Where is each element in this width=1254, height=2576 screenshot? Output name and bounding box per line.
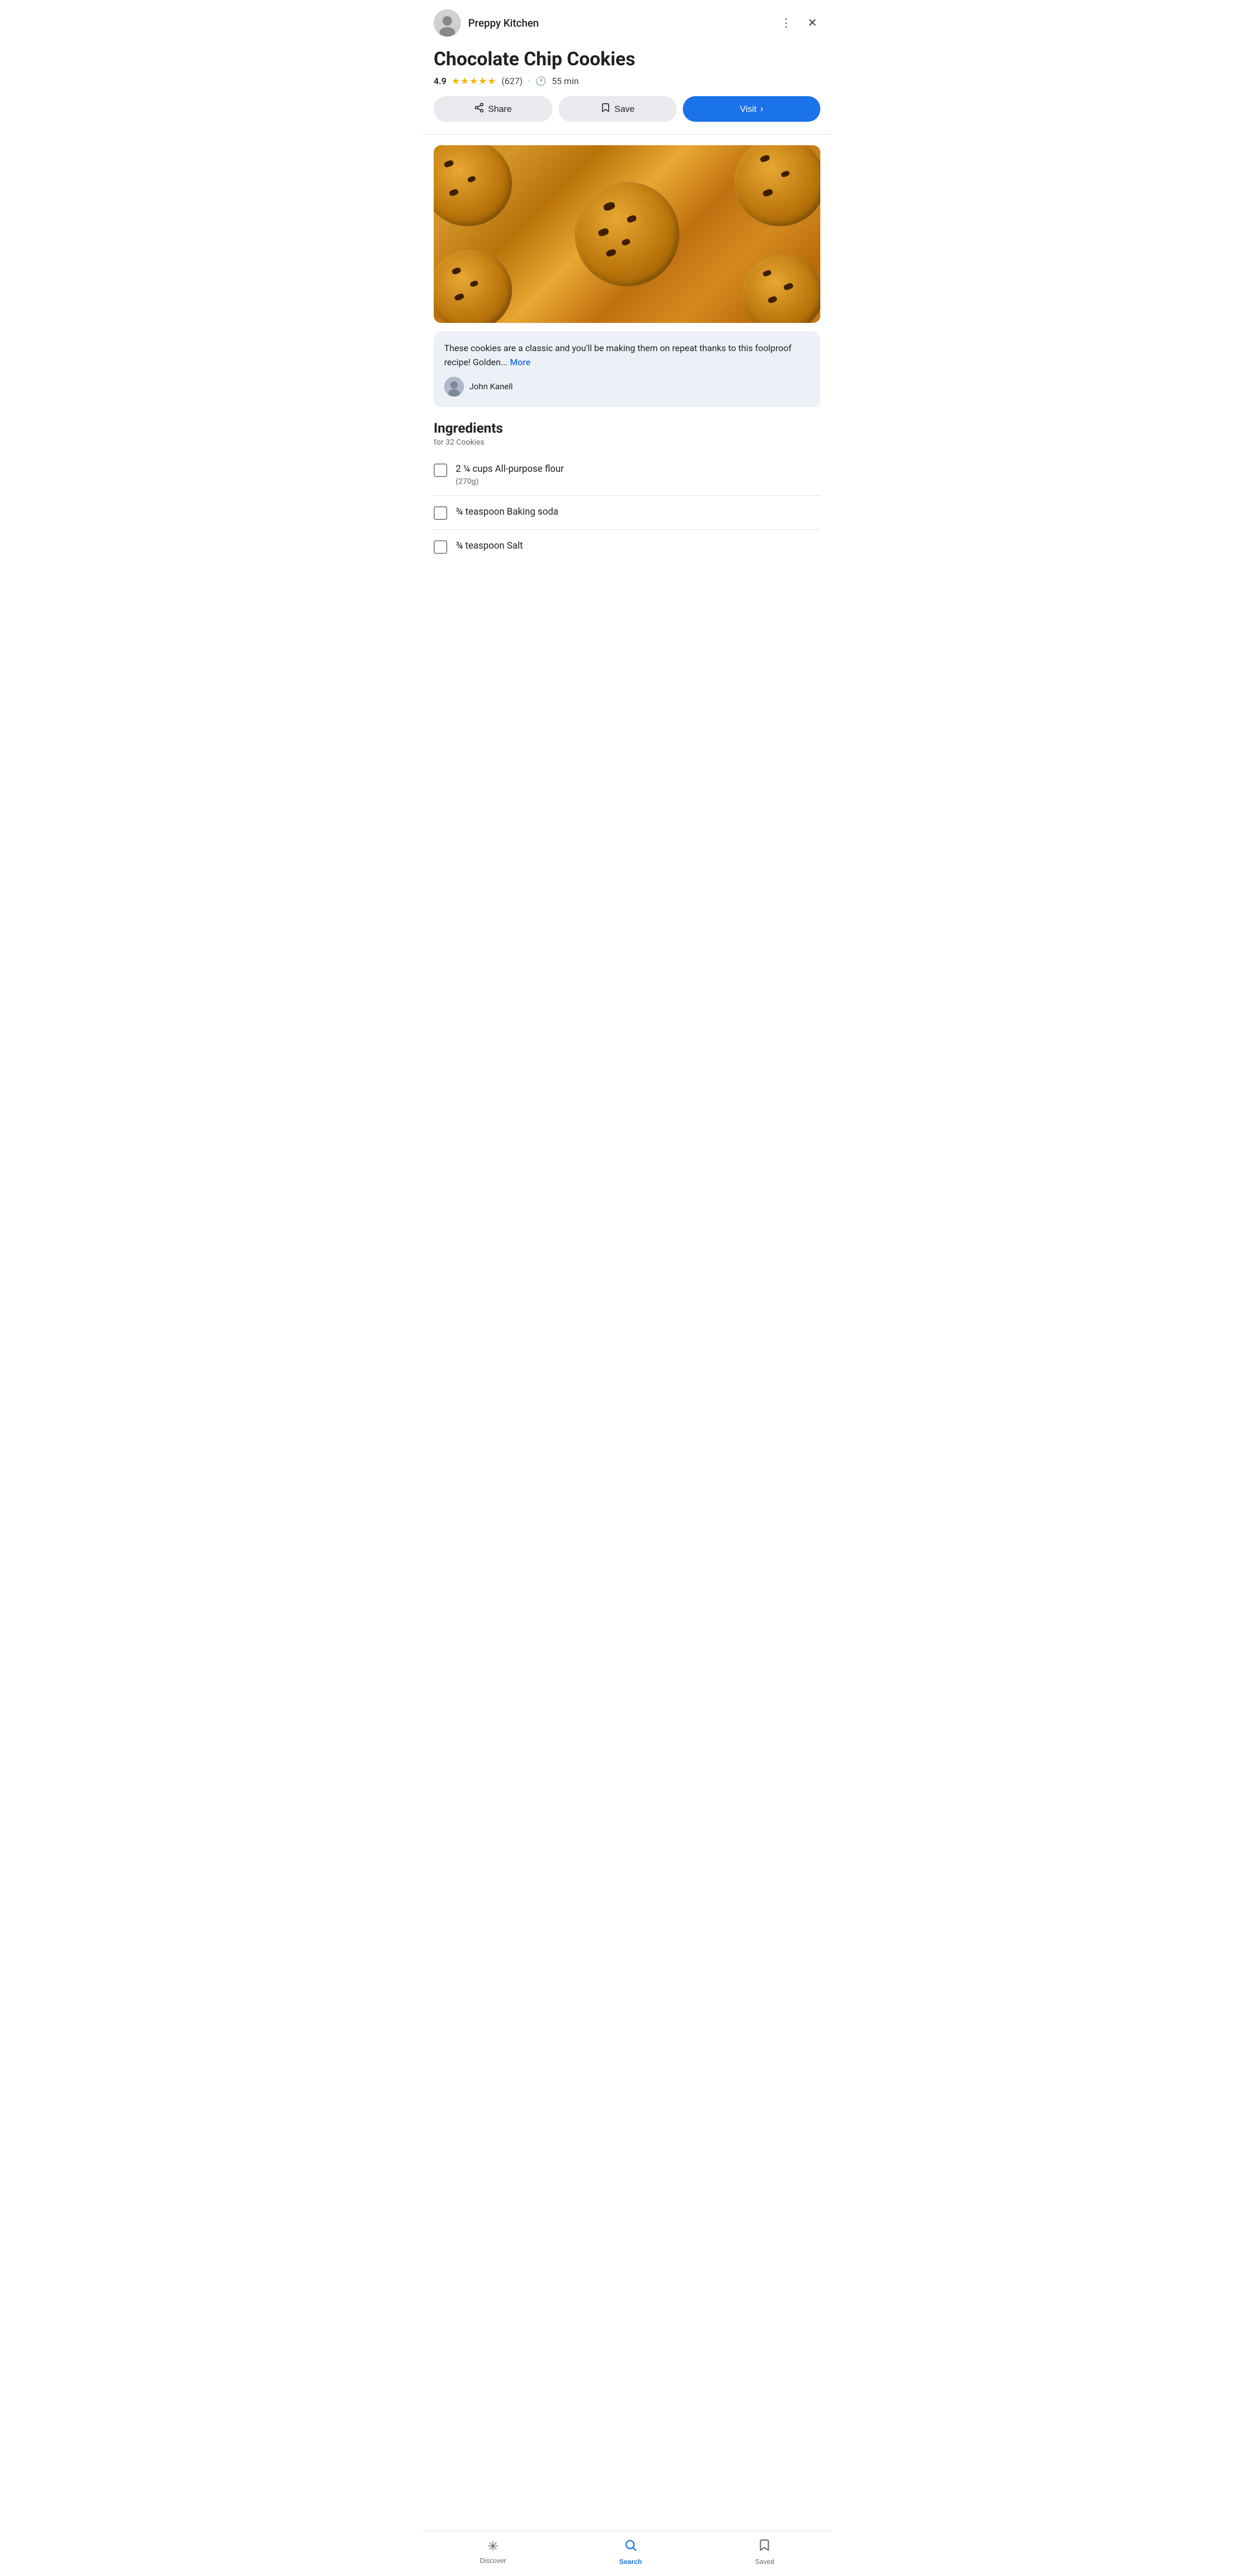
- clock-icon: 🕐: [536, 76, 547, 87]
- share-icon: [474, 102, 484, 115]
- recipe-info: Chocolate Chip Cookies 4.9 ★★★★★ (627) ·…: [423, 44, 831, 132]
- ingredient-text-1: 2 ¼ cups All-purpose flour: [456, 462, 564, 475]
- rating-score: 4.9: [434, 76, 446, 87]
- channel-avatar[interactable]: [434, 9, 461, 37]
- save-button[interactable]: Save: [559, 96, 677, 122]
- more-button[interactable]: ⋮: [777, 14, 795, 32]
- ingredient-text-2: ¾ teaspoon Baking soda: [456, 505, 559, 518]
- visit-button[interactable]: Visit ›: [683, 96, 820, 122]
- header: Preppy Kitchen ⋮ ✕: [423, 0, 831, 44]
- ingredient-text-3: ¾ teaspoon Salt: [456, 539, 523, 552]
- ingredient-checkbox-1[interactable]: [434, 463, 447, 477]
- search-label: Search: [619, 2558, 642, 2566]
- ingredient-note-1: (270g): [456, 477, 564, 486]
- description-text: These cookies are a classic and you'll b…: [444, 342, 810, 369]
- ingredients-title: Ingredients: [434, 421, 820, 436]
- ingredient-item: 2 ¼ cups All-purpose flour (270g): [434, 453, 820, 496]
- discover-icon: ✳: [487, 2538, 499, 2555]
- stars: ★★★★★: [451, 76, 496, 87]
- discover-label: Discover: [480, 2557, 506, 2565]
- close-button[interactable]: ✕: [805, 14, 820, 32]
- ingredients-subtitle: for 32 Cookies: [434, 437, 820, 447]
- saved-label: Saved: [755, 2558, 774, 2566]
- ingredient-item: ¾ teaspoon Salt: [434, 530, 820, 563]
- action-buttons: Share Save Visit ›: [434, 96, 820, 122]
- search-icon: [624, 2538, 637, 2556]
- cookie-visual: [434, 145, 820, 323]
- recipe-meta: 4.9 ★★★★★ (627) · 🕐 55 min: [434, 76, 820, 87]
- save-label: Save: [614, 104, 635, 114]
- recipe-image: [434, 145, 820, 323]
- recipe-image-container: [423, 137, 831, 331]
- save-icon: [600, 102, 611, 115]
- author-avatar: [444, 377, 464, 397]
- separator: ·: [528, 76, 530, 87]
- author-row: John Kanell: [444, 377, 810, 397]
- description-more-link[interactable]: More: [510, 357, 530, 368]
- ingredient-checkbox-3[interactable]: [434, 540, 447, 554]
- channel-name: Preppy Kitchen: [468, 17, 770, 29]
- ingredient-checkbox-2[interactable]: [434, 506, 447, 520]
- divider: [423, 134, 831, 135]
- nav-discover[interactable]: ✳ Discover: [469, 2536, 517, 2568]
- time-label: 55 min: [552, 76, 579, 87]
- visit-label: Visit: [740, 104, 757, 114]
- ingredient-item: ¾ teaspoon Baking soda: [434, 496, 820, 530]
- author-name: John Kanell: [469, 381, 513, 391]
- review-count: (627): [502, 76, 522, 87]
- share-label: Share: [488, 104, 512, 114]
- recipe-title: Chocolate Chip Cookies: [434, 48, 820, 71]
- ingredients-section: Ingredients for 32 Cookies 2 ¼ cups All-…: [423, 415, 831, 563]
- nav-saved[interactable]: Saved: [745, 2536, 785, 2568]
- arrow-right-icon: ›: [760, 103, 763, 114]
- share-button[interactable]: Share: [434, 96, 552, 122]
- header-icons: ⋮ ✕: [777, 14, 820, 32]
- nav-search[interactable]: Search: [609, 2536, 652, 2568]
- description-card: These cookies are a classic and you'll b…: [434, 331, 820, 407]
- bottom-nav: ✳ Discover Search Saved: [423, 2531, 831, 2576]
- saved-icon: [758, 2538, 771, 2556]
